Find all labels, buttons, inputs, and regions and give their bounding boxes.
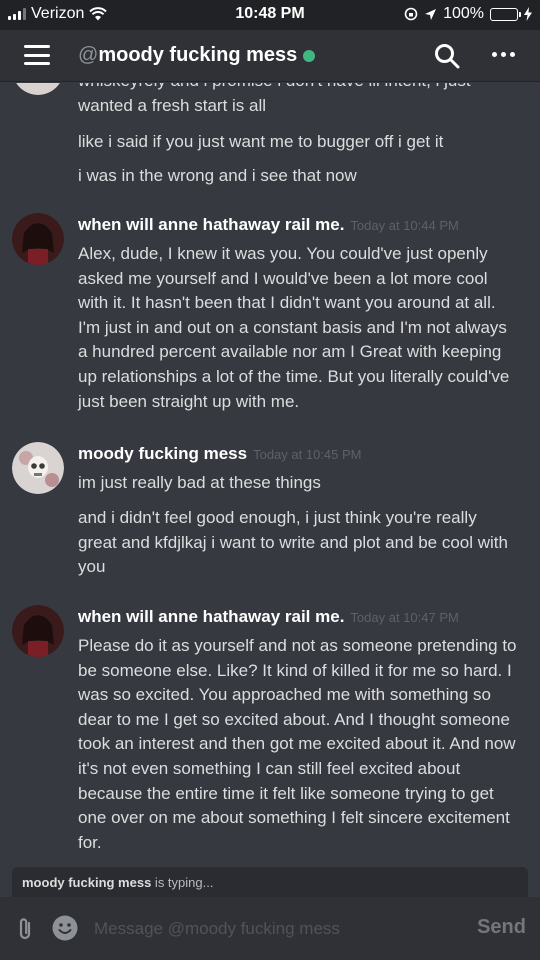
message-timestamp: Today at 10:47 PM bbox=[350, 610, 459, 625]
location-icon bbox=[425, 8, 437, 20]
send-button[interactable]: Send bbox=[477, 916, 526, 939]
online-status-icon bbox=[303, 49, 316, 62]
message-text: Alex, dude, I knew it was you. You could… bbox=[78, 244, 510, 411]
chat-header: @ moody fucking mess bbox=[0, 30, 540, 82]
typing-indicator: moody fucking mess is typing... bbox=[12, 867, 528, 897]
rotation-lock-icon bbox=[404, 7, 418, 21]
dm-username: moody fucking mess bbox=[98, 44, 298, 66]
battery-group: 100% bbox=[404, 5, 532, 23]
hamburger-menu-icon[interactable] bbox=[24, 45, 50, 65]
message-text: im just really bad at these things bbox=[78, 473, 321, 492]
message-author[interactable]: when will anne hathaway rail me. Today at… bbox=[78, 607, 459, 627]
typing-user: moody fucking mess bbox=[22, 875, 152, 890]
battery-icon bbox=[490, 7, 521, 21]
channel-title: @ moody fucking mess bbox=[78, 44, 316, 67]
avatar[interactable] bbox=[12, 442, 64, 494]
message-input[interactable] bbox=[94, 917, 454, 941]
avatar[interactable] bbox=[12, 83, 64, 95]
message-timestamp: Today at 10:44 PM bbox=[350, 218, 459, 233]
message-composer: Send bbox=[0, 897, 540, 960]
message-author[interactable]: when will anne hathaway rail me. Today at… bbox=[78, 215, 459, 235]
charging-icon bbox=[524, 7, 532, 21]
message-list: whiskeyrely and i promise i don't have i… bbox=[0, 83, 540, 865]
message-author[interactable]: moody fucking mess Today at 10:45 PM bbox=[78, 444, 362, 464]
author-name[interactable]: when will anne hathaway rail me. bbox=[78, 215, 344, 234]
more-options-icon[interactable] bbox=[492, 52, 515, 57]
emoji-icon[interactable] bbox=[52, 915, 78, 941]
status-bar: Verizon 10:48 PM 100% bbox=[0, 0, 540, 30]
message-text: and i didn't feel good enough, i just th… bbox=[78, 508, 508, 577]
message-text: i was in the wrong and i see that now bbox=[78, 166, 357, 185]
typing-text: is typing... bbox=[151, 875, 214, 890]
message-text: Please do it as yourself and not as some… bbox=[78, 636, 517, 852]
author-name[interactable]: when will anne hathaway rail me. bbox=[78, 607, 344, 626]
attachment-icon[interactable] bbox=[14, 916, 36, 942]
search-icon[interactable] bbox=[434, 43, 460, 69]
battery-percent: 100% bbox=[443, 5, 484, 22]
message-timestamp: Today at 10:45 PM bbox=[253, 447, 362, 462]
avatar[interactable] bbox=[12, 213, 64, 265]
author-name[interactable]: moody fucking mess bbox=[78, 444, 247, 463]
at-symbol: @ bbox=[78, 44, 99, 66]
message-text: whiskeyrely and i promise i don't have i… bbox=[78, 83, 471, 115]
avatar[interactable] bbox=[12, 605, 64, 657]
message-text: like i said if you just want me to bugge… bbox=[78, 132, 444, 151]
